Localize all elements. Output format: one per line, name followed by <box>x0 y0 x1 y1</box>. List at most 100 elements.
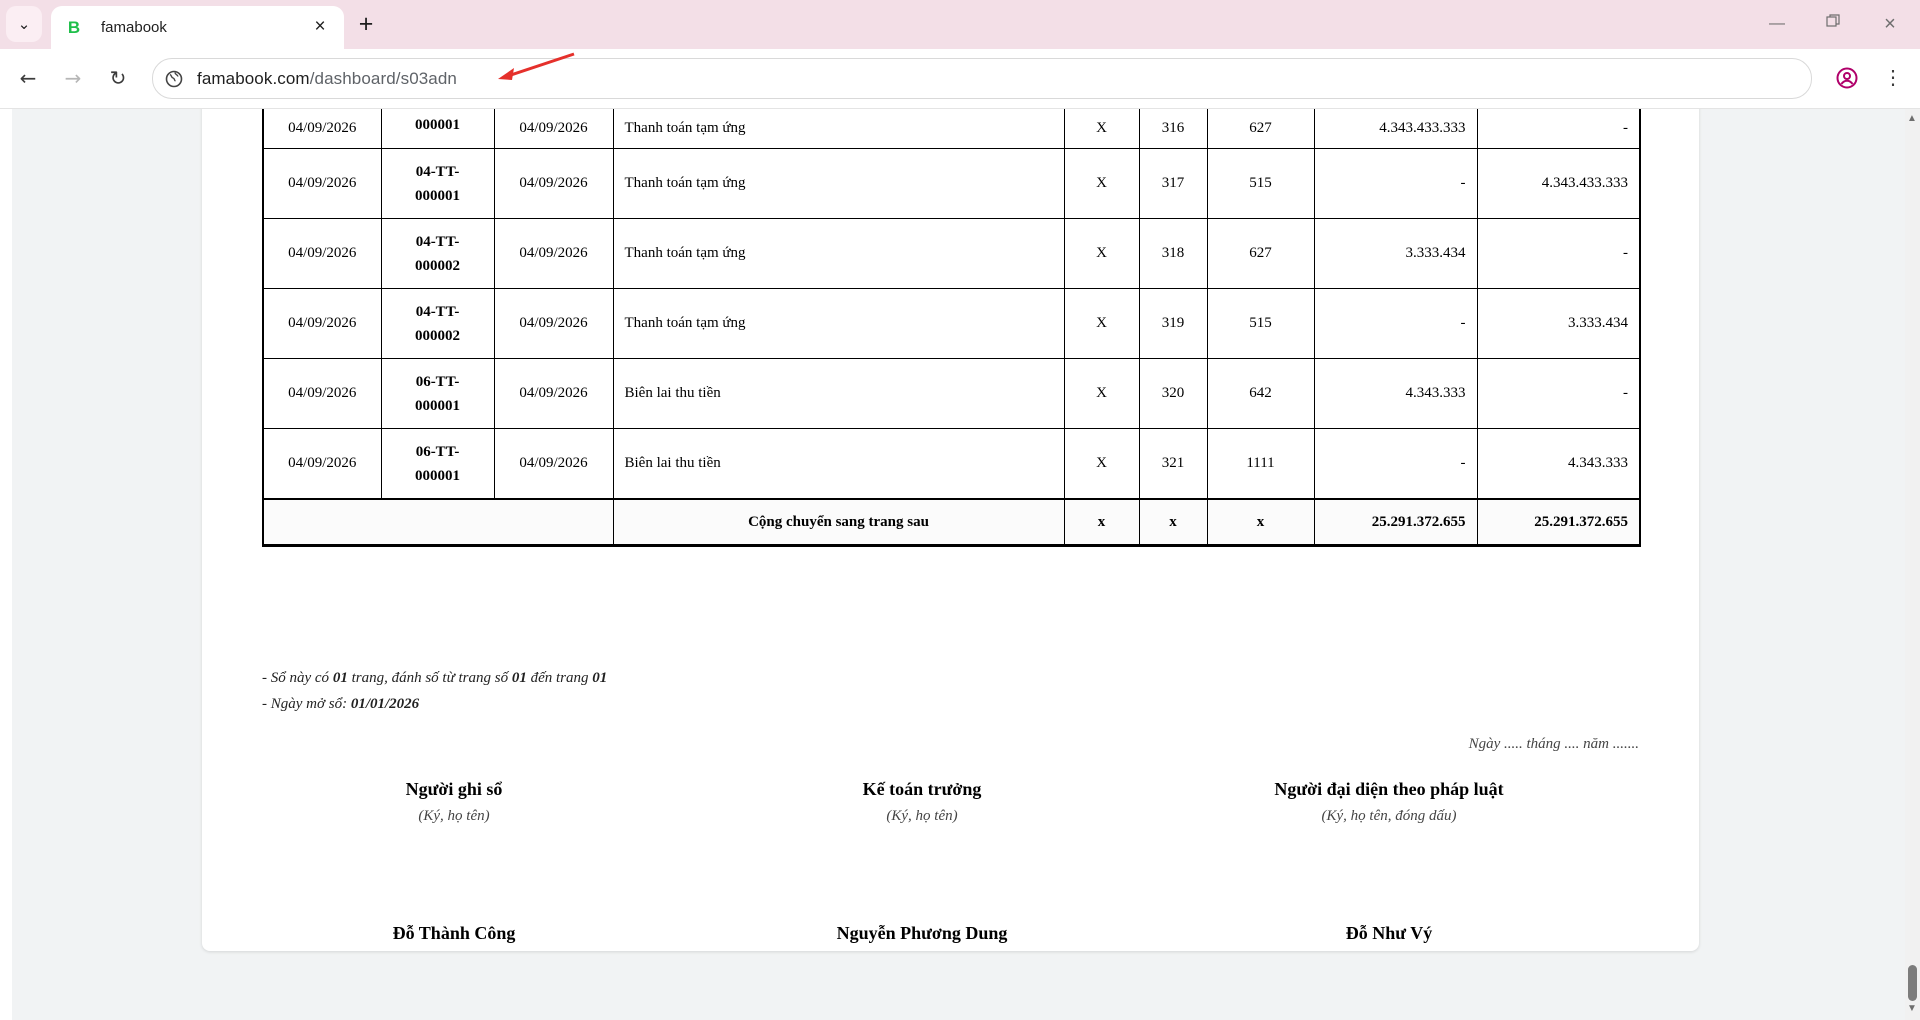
cell-credit: - <box>1476 218 1641 289</box>
reload-button[interactable]: ↻ <box>103 63 133 93</box>
signature-recorder: Người ghi sổ (Ký, họ tên) Đỗ Thành Công <box>224 779 684 944</box>
forward-button[interactable]: → <box>58 63 88 93</box>
cell-date: 04/09/2026 <box>262 148 382 219</box>
signature-role: Người đại diện theo pháp luật <box>1274 779 1504 799</box>
restore-icon[interactable] <box>1818 10 1848 38</box>
tab-title: famabook <box>101 19 167 36</box>
cell-mark: X <box>1063 109 1140 149</box>
signature-hint: (Ký, họ tên) <box>886 808 958 824</box>
scroll-down-icon[interactable]: ▼ <box>1907 1003 1917 1014</box>
cell-desc: Thanh toán tạm ứng <box>612 288 1065 359</box>
cell-mark: X <box>1063 148 1140 219</box>
signature-legal-representative: Người đại diện theo pháp luật (Ký, họ tê… <box>1159 779 1619 944</box>
doc-no-prefix: 04-TT- <box>415 233 460 250</box>
signature-chief-accountant: Kế toán trưởng (Ký, họ tên) Nguyễn Phươn… <box>692 779 1152 944</box>
signature-role: Người ghi sổ <box>405 779 503 799</box>
signature-hint: (Ký, họ tên, đóng dấu) <box>1321 808 1457 824</box>
cell-credit: - <box>1476 358 1641 429</box>
total-x: x <box>1063 498 1140 547</box>
url-text[interactable]: famabook.com/dashboard/s03adn <box>197 69 457 89</box>
doc-no-prefix: 06-TT- <box>415 373 460 390</box>
cell-debit: - <box>1313 288 1478 359</box>
page-viewport: 04/09/202604-TT-00000104/09/2026Thanh to… <box>0 109 1920 1020</box>
signature-name: Đỗ Thành Công <box>392 923 516 943</box>
table-row: 04/09/2026 04-TT- 000002 04/09/2026 Thanh to… <box>262 288 1641 359</box>
back-button[interactable]: ← <box>13 63 43 93</box>
account-icon[interactable] <box>1832 63 1862 93</box>
table-row: 04/09/2026 04-TT- 000002 04/09/2026 Thanh to… <box>262 218 1641 289</box>
chevron-down-icon[interactable]: ⌄ <box>6 6 42 42</box>
cell-line: 319 <box>1138 288 1208 359</box>
notes-pages-line: - Sổ này có 01 trang, đánh số từ trang s… <box>262 670 608 686</box>
tab-strip: ⌄ B famabook × + — × <box>0 0 1920 49</box>
cell-debit: 4.343.333 <box>1313 358 1478 429</box>
ledger-card: 04/09/202604-TT-00000104/09/2026Thanh to… <box>202 109 1699 951</box>
doc-no-prefix: 06-TT- <box>415 443 460 460</box>
cell-credit: - <box>1476 109 1641 149</box>
cell-date: 04/09/2026 <box>262 288 382 359</box>
page-left-edge <box>0 109 12 1020</box>
cell-account: 1111 <box>1206 428 1315 500</box>
table-row: 04/09/2026 06-TT- 000001 04/09/2026 Biên lai… <box>262 428 1641 500</box>
kebab-menu-icon[interactable]: ⋮ <box>1878 63 1908 93</box>
cell-credit: 4.343.333 <box>1476 428 1641 500</box>
table-row: 04/09/202604-TT-00000104/09/2026Thanh to… <box>262 109 1641 149</box>
signature-role: Kế toán trưởng <box>862 779 982 799</box>
total-credit: 25.291.372.655 <box>1476 498 1641 547</box>
cell-credit: 4.343.433.333 <box>1476 148 1641 219</box>
total-blank-cell <box>262 498 614 547</box>
cell-date: 04/09/2026 <box>262 218 382 289</box>
minimize-icon[interactable]: — <box>1762 10 1792 38</box>
total-debit: 25.291.372.655 <box>1313 498 1478 547</box>
doc-no-prefix: 04-TT- <box>415 163 460 180</box>
cell-doc-no: 06-TT- 000001 <box>380 358 495 429</box>
cell-credit: 3.333.434 <box>1476 288 1641 359</box>
vertical-scrollbar[interactable]: ▲ ▼ <box>1905 109 1920 1020</box>
cell-account: 515 <box>1206 148 1315 219</box>
doc-no-prefix: 04-TT- <box>415 303 460 320</box>
cell-mark: X <box>1063 218 1140 289</box>
signature-name: Nguyễn Phương Dung <box>836 923 1008 943</box>
tab-famabook[interactable]: B famabook × <box>51 6 344 49</box>
signature-name: Đỗ Như Vý <box>1345 923 1433 943</box>
notes-open-date-line: - Ngày mở sổ: 01/01/2026 <box>262 696 420 712</box>
cell-doc-no: 04-TT- 000002 <box>380 218 495 289</box>
signature-hint: (Ký, họ tên) <box>418 808 490 824</box>
cell-debit: 4.343.433.333 <box>1313 109 1478 149</box>
doc-no-number: 000001 <box>415 187 460 204</box>
cell-date: 04/09/2026 <box>262 358 382 429</box>
table-row: 04/09/202604-TT-00000104/09/2026Thanh to… <box>262 148 1641 219</box>
cell-desc: Thanh toán tạm ứng <box>612 148 1065 219</box>
scroll-up-icon[interactable]: ▲ <box>1907 113 1917 124</box>
window-close-icon[interactable]: × <box>1875 10 1905 38</box>
doc-no-number: 000001 <box>415 117 460 133</box>
cell-date: 04/09/2026 <box>262 428 382 500</box>
cell-account: 627 <box>1206 109 1315 149</box>
cell-date: 04/09/2026 <box>262 109 382 149</box>
cell-doc-date: 04/09/2026 <box>493 428 614 500</box>
scrollbar-thumb[interactable] <box>1908 965 1917 1001</box>
total-label: Cộng chuyển sang trang sau <box>612 498 1065 547</box>
cell-debit: 3.333.434 <box>1313 218 1478 289</box>
close-icon[interactable]: × <box>310 17 330 37</box>
cell-account: 642 <box>1206 358 1315 429</box>
cell-doc-date: 04/09/2026 <box>493 358 614 429</box>
address-bar[interactable]: famabook.com/dashboard/s03adn <box>152 58 1812 99</box>
cell-mark: X <box>1063 288 1140 359</box>
cell-doc-no: 04-TT-000001 <box>380 109 495 149</box>
doc-no-number: 000001 <box>415 397 460 414</box>
doc-no-number: 000001 <box>415 467 460 484</box>
doc-no-number: 000002 <box>415 257 460 274</box>
url-host: famabook.com <box>197 68 310 88</box>
favicon-icon: B <box>67 17 81 37</box>
new-tab-button[interactable]: + <box>352 10 380 38</box>
cell-desc: Thanh toán tạm ứng <box>612 109 1065 149</box>
globe-icon[interactable] <box>164 69 184 89</box>
cell-doc-no: 04-TT- 000001 <box>380 148 495 219</box>
cell-line: 320 <box>1138 358 1208 429</box>
url-path: /dashboard/s03adn <box>309 68 457 88</box>
cell-mark: X <box>1063 358 1140 429</box>
total-x: x <box>1138 498 1208 547</box>
cell-debit: - <box>1313 148 1478 219</box>
cell-line: 316 <box>1138 109 1208 149</box>
